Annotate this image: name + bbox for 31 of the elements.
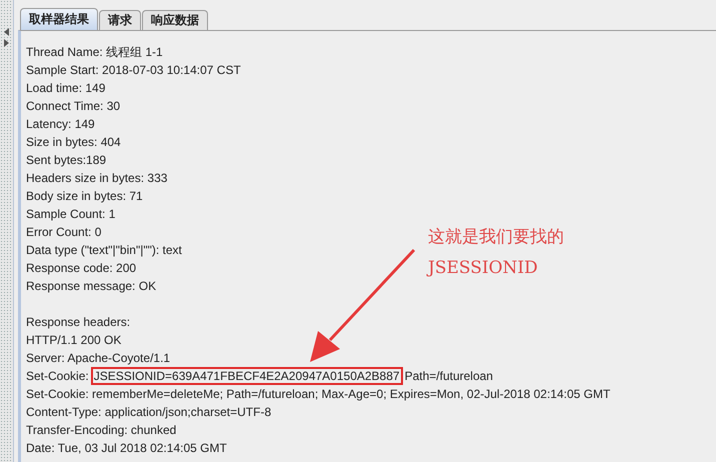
result-line: Body size in bytes: 71	[26, 188, 143, 205]
header-line: HTTP/1.1 200 OK	[26, 332, 122, 349]
header-line: Server: Apache-Coyote/1.1	[26, 350, 170, 367]
header-line: Content-Type: application/json;charset=UTF-8	[26, 404, 272, 421]
result-line: Headers size in bytes: 333	[26, 170, 168, 187]
header-name: Set-Cookie:	[26, 368, 89, 385]
tab[interactable]: 响应数据	[142, 10, 208, 30]
result-line: Response message: OK	[26, 278, 156, 295]
result-line: Sent bytes:189	[26, 152, 106, 169]
result-line: Data type ("text"|"bin"|""): text	[26, 242, 182, 259]
annotation-text: 这就是我们要找的	[428, 226, 564, 249]
result-line: Connect Time: 30	[26, 98, 120, 115]
result-line: Error Count: 0	[26, 224, 102, 241]
header-line: Set-Cookie: rememberMe=deleteMe; Path=/futureloan; Max-Age=0; Expires=Mon, 02-Jul-2018 02:14:05 GMT	[26, 386, 610, 403]
result-line: Latency: 149	[26, 116, 95, 133]
result-line: Size in bytes: 404	[26, 134, 121, 151]
header-line: Response headers:	[26, 314, 130, 331]
result-line: Sample Count: 1	[26, 206, 116, 223]
result-line: Thread Name: 线程组 1-1	[26, 44, 163, 61]
result-line: Response code: 200	[26, 260, 136, 277]
annotation-text: JSESSIONID	[428, 257, 539, 280]
result-line: Sample Start: 2018-07-03 10:14:07 CST	[26, 62, 241, 79]
right-arrow-icon[interactable]	[4, 39, 9, 47]
tab[interactable]: 请求	[99, 10, 141, 30]
cookie-path: Path=/futureloan	[404, 368, 493, 385]
highlighted-cookie-value: JSESSIONID=639A471FBECF4E2A20947A0150A2B887	[90, 367, 403, 385]
left-arrow-icon[interactable]	[4, 28, 9, 36]
header-line: Transfer-Encoding: chunked	[26, 422, 176, 439]
result-line: Load time: 149	[26, 80, 106, 97]
header-line: Date: Tue, 03 Jul 2018 02:14:05 GMT	[26, 440, 227, 457]
tab[interactable]: 取样器结果	[20, 8, 98, 30]
